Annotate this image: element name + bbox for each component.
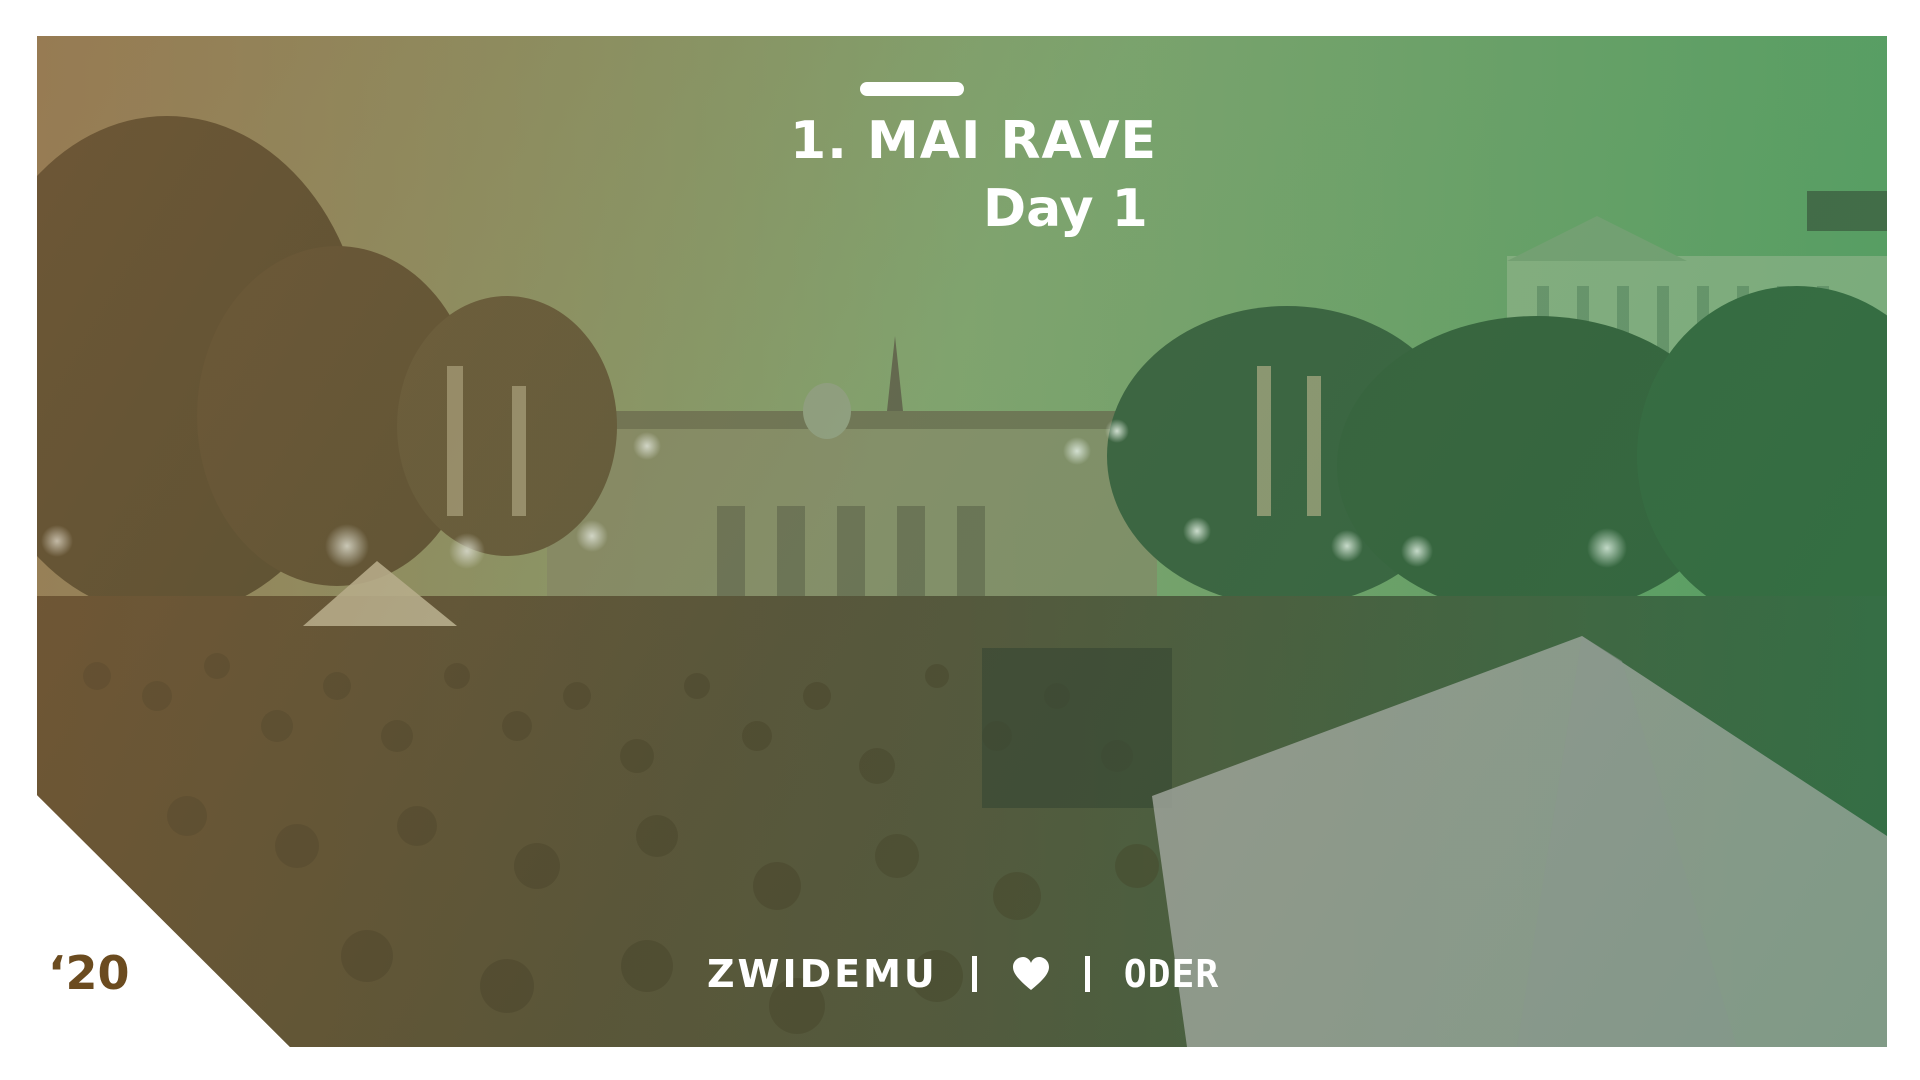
event-subtitle: Day 1 xyxy=(983,179,1148,239)
separator-bar xyxy=(971,956,977,992)
slide: 1. MAI RAVE Day 1 ZWIDEMU ODER ‘20 xyxy=(0,0,1920,1080)
title-accent-bar xyxy=(860,82,964,96)
brand-name: ZWIDEMU xyxy=(707,952,938,996)
separator-bar xyxy=(1084,956,1090,992)
event-title-block: 1. MAI RAVE Day 1 xyxy=(790,111,1158,239)
event-title: 1. MAI RAVE xyxy=(790,111,1158,171)
footer-credits: ZWIDEMU ODER xyxy=(707,949,1219,999)
heart-icon xyxy=(1011,956,1051,992)
year-label: ‘20 xyxy=(48,946,130,1000)
partner-name: ODER xyxy=(1123,952,1220,996)
